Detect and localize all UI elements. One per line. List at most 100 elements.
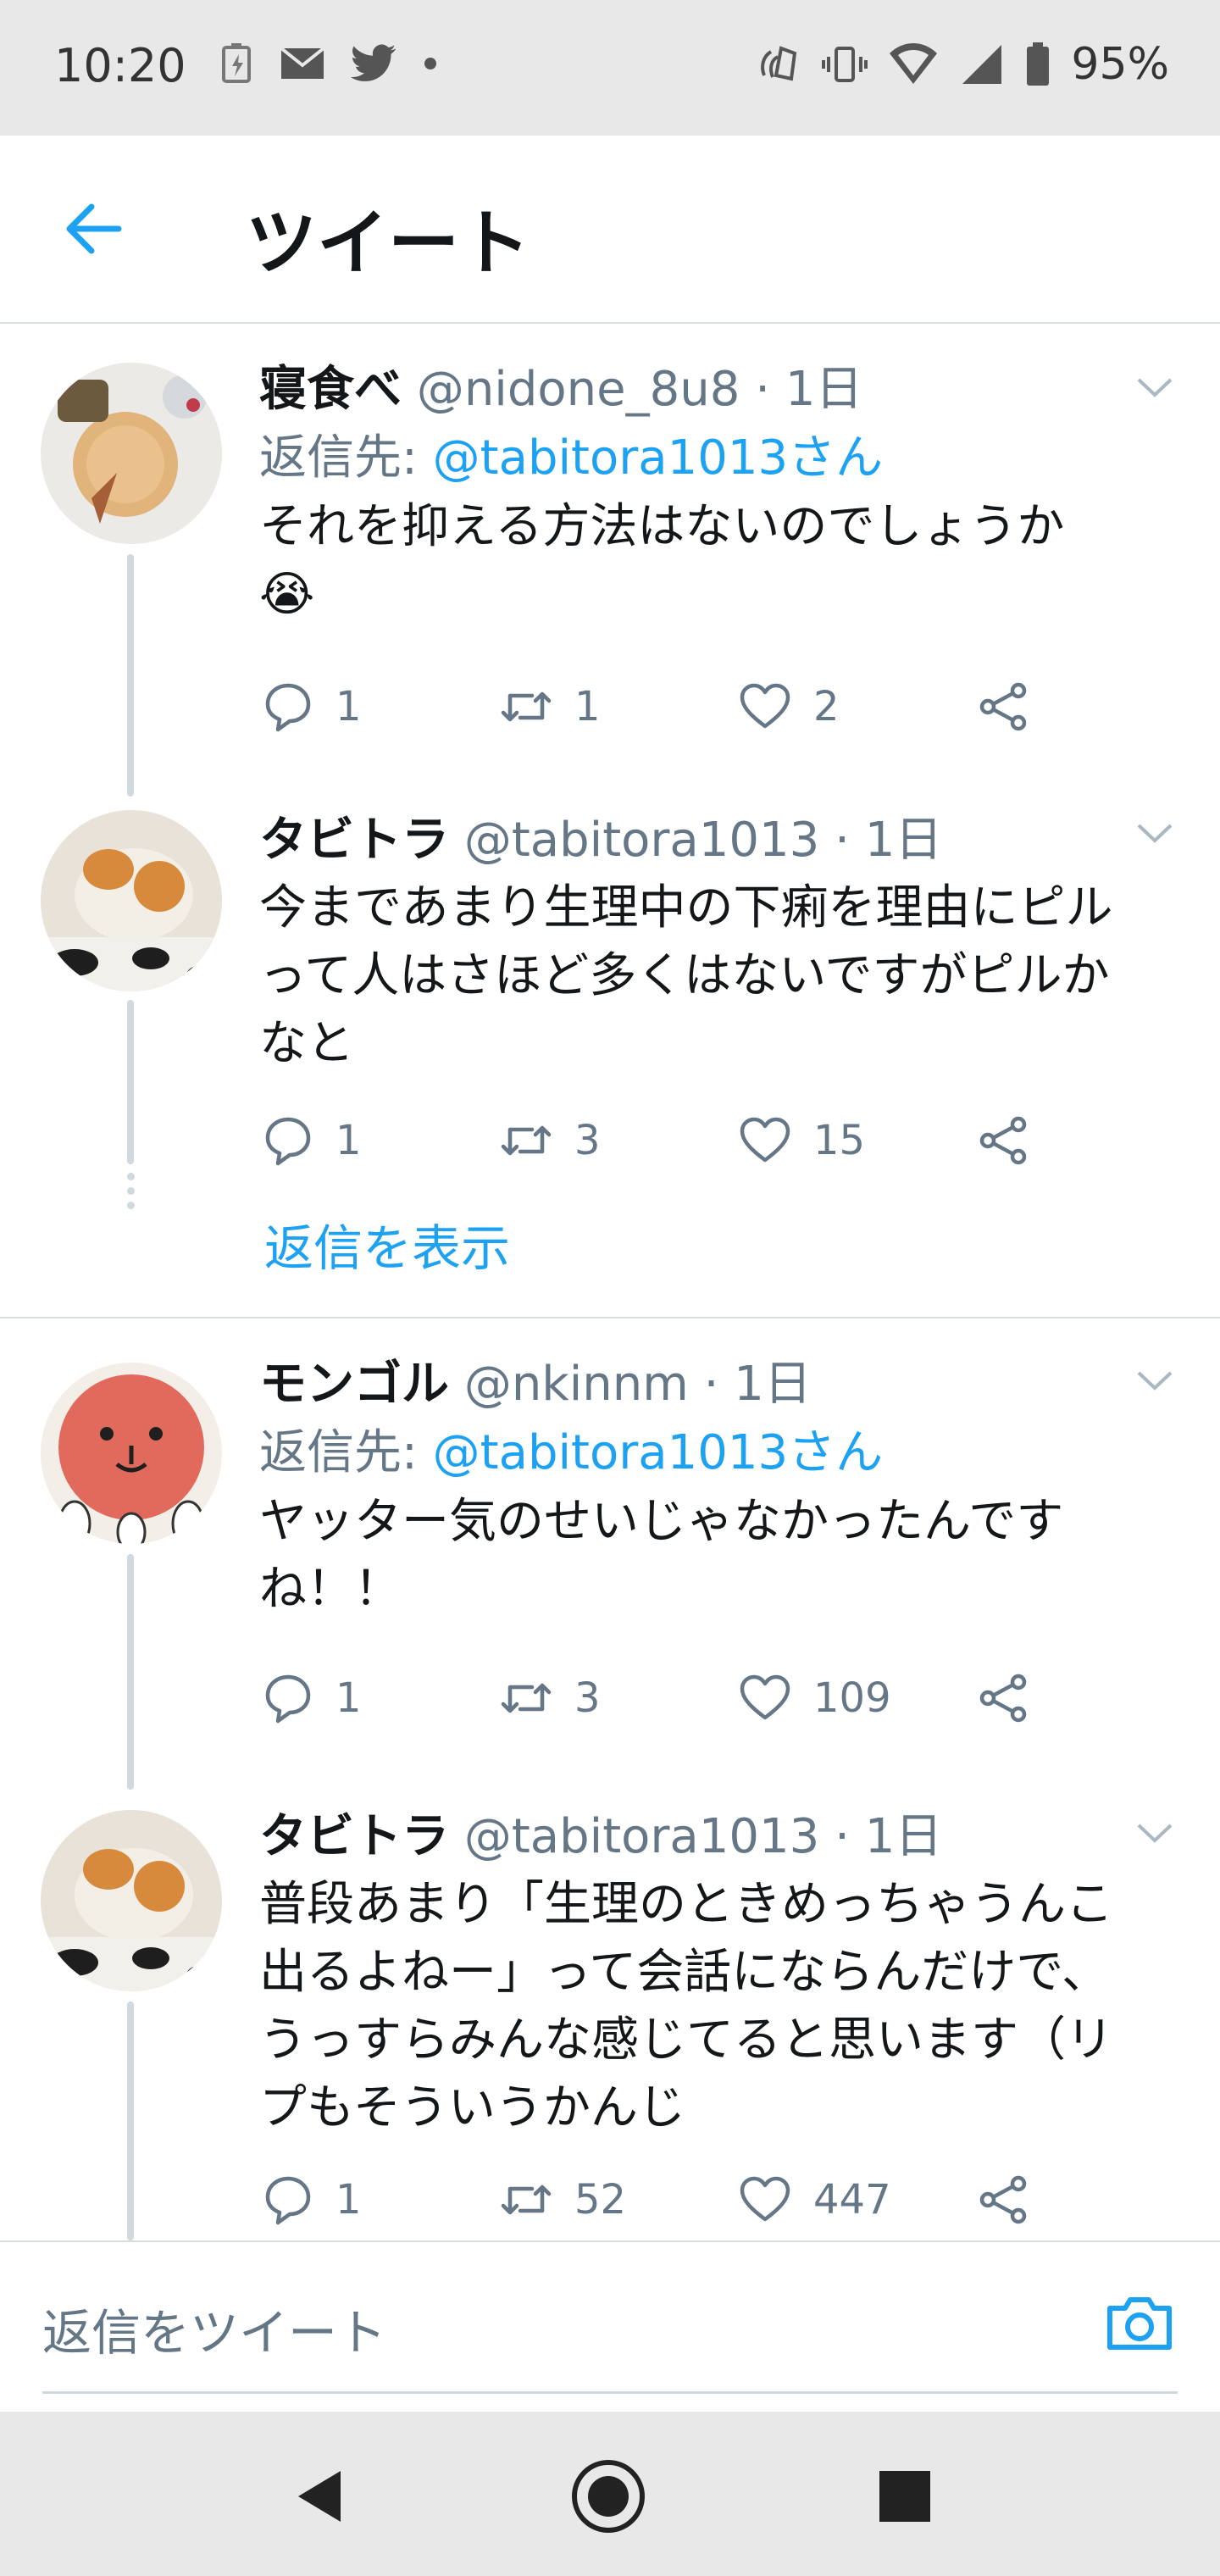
username[interactable]: @tabitora1013 [464,1809,819,1864]
mail-icon [280,47,325,79]
status-bar: 10:20 95% [0,0,1220,136]
avatar[interactable] [41,1810,222,1991]
tweet-text-line: それを抑える方法はないのでしょうか [259,499,1065,554]
display-name[interactable]: タビトラ [259,1809,449,1864]
reply-count: 1 [336,683,362,730]
tweet-text-line: って人はさほど多くはないですがピルか [259,948,1110,1003]
system-nav-bar [0,2412,1220,2576]
like-button[interactable]: 109 [737,1664,891,1732]
retweet-button[interactable]: 3 [498,1664,601,1732]
reply-input[interactable]: 返信をツイート [42,2293,386,2364]
reply-to-mention[interactable]: @tabitora1013さん [433,1425,883,1480]
reply-button[interactable]: 1 [259,1664,362,1732]
reply-button[interactable]: 1 [259,2166,362,2234]
retweet-count: 3 [574,1117,601,1164]
thread-line [127,2001,134,2240]
tweet-text-line: ね！！ [259,1562,402,1617]
share-button[interactable] [976,673,1032,741]
thread-dots [127,1173,135,1216]
back-button[interactable] [59,195,127,263]
retweet-icon [501,1125,552,1156]
like-button[interactable]: 2 [737,673,840,741]
system-icons: 95% [756,39,1169,90]
tweet-text-line: 普段あまり「生理のときめっちゃうんこ [259,1877,1113,1932]
like-count: 447 [813,2176,891,2223]
username[interactable]: @nkinnm [464,1357,689,1412]
dot-icon [424,58,436,69]
battery-percent: 95% [1071,39,1169,90]
retweet-button[interactable]: 52 [498,2166,626,2234]
like-count: 109 [813,1674,891,1722]
status-time: 10:20 [54,39,186,92]
camera-icon[interactable] [1101,2285,1178,2361]
display-name[interactable]: タビトラ [259,813,449,868]
avatar[interactable] [41,363,222,544]
tweet-actions: 1 3 15 [259,1107,1106,1174]
tweet-text-line: なと [259,1016,354,1071]
heart-icon [740,1117,790,1163]
tweet[interactable]: モンゴル @nkinnm · 1日 返信先: @tabitora1013さん ヤ… [0,1319,1220,1790]
display-name[interactable]: モンゴル [259,1357,449,1412]
reply-icon [265,683,311,732]
tweet[interactable]: タビトラ @tabitora1013 · 1日 普段あまり「生理のときめっちゃう… [0,1790,1220,2240]
retweet-button[interactable]: 3 [498,1107,601,1174]
battery-icon [1027,42,1050,86]
tweet-text-line: 今まであまり生理中の下痢を理由にピル [259,880,1113,935]
retweet-count: 3 [574,1674,601,1722]
retweet-button[interactable]: 1 [498,673,601,741]
separator: · [755,362,770,417]
reply-button[interactable]: 1 [259,673,362,741]
battery-saver-icon [222,43,251,83]
username[interactable]: @nidone_8u8 [417,362,740,417]
like-button[interactable]: 447 [737,2166,891,2234]
tweet-text-line: 出るよねー」って会話にならんだけで、 [259,1945,1109,2000]
reply-count: 1 [336,1674,362,1722]
input-underline [42,2391,1178,2394]
retweet-icon [501,2185,552,2215]
share-button[interactable] [976,1107,1032,1174]
share-button[interactable] [976,2166,1032,2234]
heart-icon [740,1674,790,1720]
display-name[interactable]: 寝食べ [259,362,402,417]
tweet[interactable]: 寝食べ @nidone_8u8 · 1日 返信先: @tabitora1013さ… [0,325,1220,797]
reply-button[interactable]: 1 [259,1107,362,1174]
reply-count: 1 [336,1117,362,1164]
tweet-text: 今まであまり生理中の下痢を理由にピル って人はさほど多くはないですがピルか なと [259,874,1183,1078]
tweet-text-line: プもそういうかんじ [259,2080,685,2135]
timestamp[interactable]: 1日 [865,1809,943,1864]
avatar[interactable] [41,1363,222,1544]
tweet-text: ヤッター気のせいじゃなかったんです ね！！ [259,1488,1183,1624]
nav-home-icon[interactable] [566,2454,651,2539]
reply-to-label: 返信先: [259,1425,433,1480]
nav-recents-icon[interactable] [862,2454,947,2539]
timestamp[interactable]: 1日 [865,813,943,868]
reply-to: 返信先: @tabitora1013さん [259,1418,1183,1488]
reply-icon [265,2176,311,2225]
reply-icon [265,1117,311,1166]
nfc-icon [761,46,797,81]
retweet-count: 1 [574,683,601,730]
tweet[interactable]: タビトラ @tabitora1013 · 1日 今まであまり生理中の下痢を理由に… [0,797,1220,1317]
tweet-text: それを抑える方法はないのでしょうか 😭 [259,493,1183,629]
reply-to-label: 返信先: [259,430,433,486]
avatar[interactable] [41,810,222,991]
twitter-icon [351,44,396,81]
reply-icon [265,1674,311,1724]
like-button[interactable]: 15 [737,1107,865,1174]
nav-back-icon[interactable] [280,2454,364,2539]
like-count: 15 [813,1117,866,1164]
show-replies-link[interactable]: 返信を表示 [264,1208,510,1280]
tweet-text-line: ヤッター気のせいじゃなかったんです [259,1494,1064,1549]
tweet-text-line: うっすらみんな感じてると思います（リ [259,2012,1113,2068]
reply-composer: 返信をツイート [0,2240,1220,2412]
heart-icon [740,2176,790,2222]
share-icon [979,2175,1027,2224]
timestamp[interactable]: 1日 [734,1357,812,1412]
tweet-text-line: 😭 [259,567,315,622]
tweet-actions: 1 1 2 [259,673,1106,741]
share-button[interactable] [976,1664,1032,1732]
retweet-icon [501,691,552,722]
username[interactable]: @tabitora1013 [464,813,819,868]
reply-to-mention[interactable]: @tabitora1013さん [433,430,883,486]
timestamp[interactable]: 1日 [785,362,863,417]
